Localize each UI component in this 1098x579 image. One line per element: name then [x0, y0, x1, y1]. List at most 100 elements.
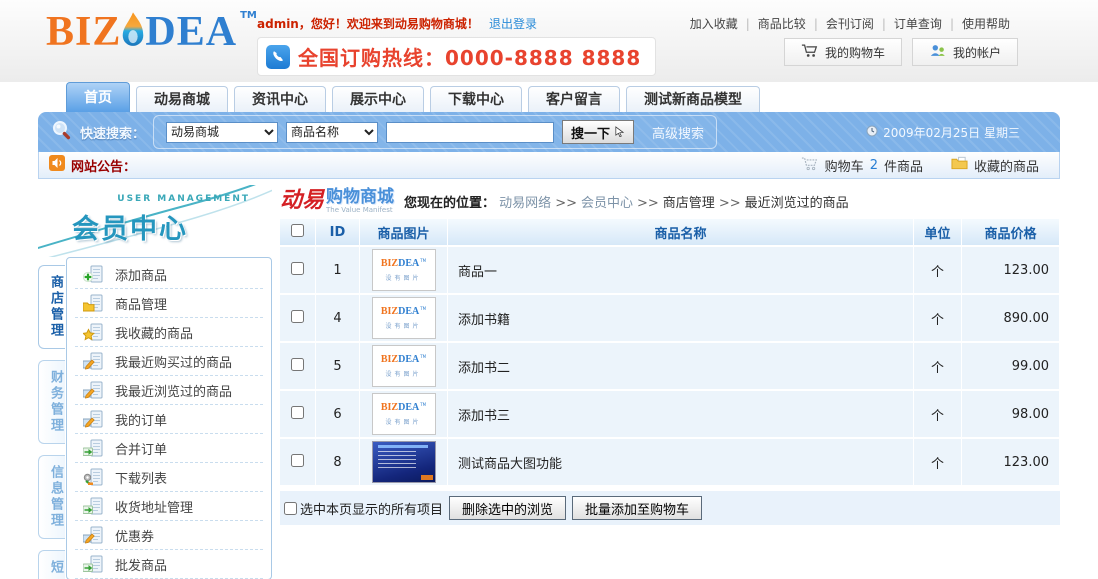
cart-icon — [801, 43, 819, 61]
cursor-icon — [614, 125, 625, 140]
flame-icon — [119, 10, 147, 56]
breadcrumb-item-2[interactable]: 商店管理 — [663, 196, 715, 211]
product-image-3[interactable]: BIZDEATM没有图片 — [372, 393, 436, 435]
delete-selected-button[interactable]: 删除选中的浏览 — [449, 496, 566, 520]
sidebar-tab-3[interactable]: 短 — [38, 550, 65, 579]
nav-tab-0[interactable]: 首页 — [66, 82, 130, 112]
row-checkbox-1[interactable] — [291, 310, 304, 323]
cart-status-link[interactable]: 购物车2件商品 — [801, 156, 923, 175]
welcome-message: admin，您好！欢迎来到动易购物商城！ 退出登录 — [257, 15, 537, 32]
search-button[interactable]: 搜一下 — [562, 120, 634, 144]
my-account-button[interactable]: 我的帐户 — [912, 38, 1018, 66]
folder-icon — [83, 294, 103, 312]
logo-text-biz: BIZ — [46, 8, 121, 56]
site-header: BIZ DEA TM admin，您好！欢迎来到动易购物商城！ 退出登录 全国订… — [0, 0, 1098, 82]
row-checkbox-2[interactable] — [291, 358, 304, 371]
breadcrumb-path: 动易网络>>会员中心>>商店管理>>最近浏览过的商品 — [499, 196, 848, 211]
logo-tm: TM — [240, 10, 257, 21]
notice-bar: 网站公告： 购物车2件商品 收藏的商品 — [38, 152, 1060, 179]
sidebar-header: USER MANAGEMENT 会员中心 — [38, 185, 272, 257]
top-link-2[interactable]: 会刊订阅 — [826, 17, 874, 31]
logout-link[interactable]: 退出登录 — [489, 17, 537, 31]
search-input[interactable] — [386, 122, 554, 143]
brand-part1: 动易 — [280, 189, 324, 211]
breadcrumb-item-1[interactable]: 会员中心 — [581, 196, 633, 211]
breadcrumb-item-3[interactable]: 最近浏览过的商品 — [745, 196, 849, 211]
product-table: ID 商品图片 商品名称 单位 商品价格 1BIZDEATM没有图片商品一个12… — [280, 217, 1060, 487]
main-area: USER MANAGEMENT 会员中心 商店管理财务管理信息管理短 添加商品商… — [38, 185, 1060, 579]
nav-tab-5[interactable]: 客户留言 — [528, 86, 620, 112]
product-image-1[interactable]: BIZDEATM没有图片 — [372, 297, 436, 339]
sidebar: USER MANAGEMENT 会员中心 商店管理财务管理信息管理短 添加商品商… — [38, 185, 272, 579]
arrow-icon — [83, 497, 103, 515]
product-table-body: 1BIZDEATM没有图片商品一个123.004BIZDEATM没有图片添加书籍… — [280, 247, 1060, 485]
cart-outline-icon — [801, 156, 819, 175]
batch-add-cart-button[interactable]: 批量添加至购物车 — [572, 496, 702, 520]
sidebar-item-7[interactable]: 下载列表 — [75, 463, 263, 492]
search-scope-select[interactable]: 动易商城 — [166, 122, 278, 143]
select-all-label: 选中本页显示的所有项目 — [284, 499, 443, 518]
select-all-header-checkbox[interactable] — [291, 224, 304, 237]
sidebar-item-6[interactable]: 合并订单 — [75, 434, 263, 463]
table-row-2: 5BIZDEATM没有图片添加书二个99.00 — [280, 343, 1060, 389]
product-image-0[interactable]: BIZDEATM没有图片 — [372, 249, 436, 291]
nav-tab-2[interactable]: 资讯中心 — [234, 86, 326, 112]
table-row-0: 1BIZDEATM没有图片商品一个123.00 — [280, 247, 1060, 293]
row-checkbox-3[interactable] — [291, 406, 304, 419]
sidebar-item-2[interactable]: 我收藏的商品 — [75, 318, 263, 347]
edit-icon — [83, 526, 103, 544]
my-cart-button[interactable]: 我的购物车 — [784, 38, 902, 66]
top-link-0[interactable]: 加入收藏 — [690, 17, 738, 31]
nav-tab-4[interactable]: 下载中心 — [430, 86, 522, 112]
search-band: 快速搜索： 动易商城 商品名称 搜一下 高级搜索 2009年02月25日 星期三 — [38, 112, 1060, 152]
favorites-link[interactable]: 收藏的商品 — [951, 156, 1039, 175]
search-field-select[interactable]: 商品名称 — [286, 122, 378, 143]
content: 动易 购物商城 The Value Manifest 您现在的位置： 动易网络>… — [280, 185, 1060, 579]
column-id: ID — [316, 219, 360, 245]
select-all-checkbox[interactable] — [284, 502, 297, 515]
site-logo: BIZ DEA TM — [46, 8, 257, 56]
product-table-header: ID 商品图片 商品名称 单位 商品价格 — [280, 219, 1060, 245]
sidebar-item-3[interactable]: 我最近购买过的商品 — [75, 347, 263, 376]
search-icon — [50, 118, 74, 146]
sidebar-item-1[interactable]: 商品管理 — [75, 289, 263, 318]
top-link-3[interactable]: 订单查询 — [894, 17, 942, 31]
advanced-search-link[interactable]: 高级搜索 — [652, 123, 704, 142]
search-controls: 动易商城 商品名称 搜一下 高级搜索 — [153, 115, 717, 149]
column-name: 商品名称 — [448, 219, 914, 245]
edit-icon — [83, 352, 103, 370]
product-image-2[interactable]: BIZDEATM没有图片 — [372, 345, 436, 387]
nav-tab-3[interactable]: 展示中心 — [332, 86, 424, 112]
content-brand-logo: 动易 购物商城 The Value Manifest — [280, 189, 394, 214]
location-label: 您现在的位置： — [404, 196, 495, 211]
folder-icon — [951, 156, 968, 174]
sidebar-item-8[interactable]: 收货地址管理 — [75, 492, 263, 521]
brand-part2: 购物商城 — [326, 189, 394, 206]
product-image-4[interactable] — [372, 441, 436, 483]
cart-count: 2 — [870, 158, 878, 173]
nav-tab-6[interactable]: 测试新商品模型 — [626, 86, 760, 112]
top-link-4[interactable]: 使用帮助 — [962, 17, 1010, 31]
sidebar-tab-2[interactable]: 信息管理 — [38, 455, 65, 539]
row-checkbox-0[interactable] — [291, 262, 304, 275]
sidebar-tab-0[interactable]: 商店管理 — [38, 265, 65, 349]
sidebar-menu: 添加商品商品管理我收藏的商品我最近购买过的商品我最近浏览过的商品我的订单合并订单… — [66, 257, 272, 579]
nav-tabs: 首页动易商城资讯中心展示中心下载中心客户留言测试新商品模型 — [38, 82, 1060, 112]
sidebar-item-9[interactable]: 优惠券 — [75, 521, 263, 550]
speaker-icon — [49, 155, 65, 175]
sidebar-item-0[interactable]: 添加商品 — [75, 260, 263, 289]
clock-icon — [866, 125, 878, 140]
sidebar-item-4[interactable]: 我最近浏览过的商品 — [75, 376, 263, 405]
gear-icon — [83, 468, 103, 486]
sidebar-item-10[interactable]: 批发商品 — [75, 550, 263, 579]
nav-tab-1[interactable]: 动易商城 — [136, 86, 228, 112]
column-unit: 单位 — [914, 219, 962, 245]
add-icon — [83, 265, 103, 283]
top-link-1[interactable]: 商品比较 — [758, 17, 806, 31]
sidebar-tab-1[interactable]: 财务管理 — [38, 360, 65, 444]
row-checkbox-4[interactable] — [291, 454, 304, 467]
column-image: 商品图片 — [360, 219, 448, 245]
breadcrumb-item-0[interactable]: 动易网络 — [499, 196, 551, 211]
sidebar-item-5[interactable]: 我的订单 — [75, 405, 263, 434]
sidebar-body: 商店管理财务管理信息管理短 添加商品商品管理我收藏的商品我最近购买过的商品我最近… — [38, 257, 272, 579]
